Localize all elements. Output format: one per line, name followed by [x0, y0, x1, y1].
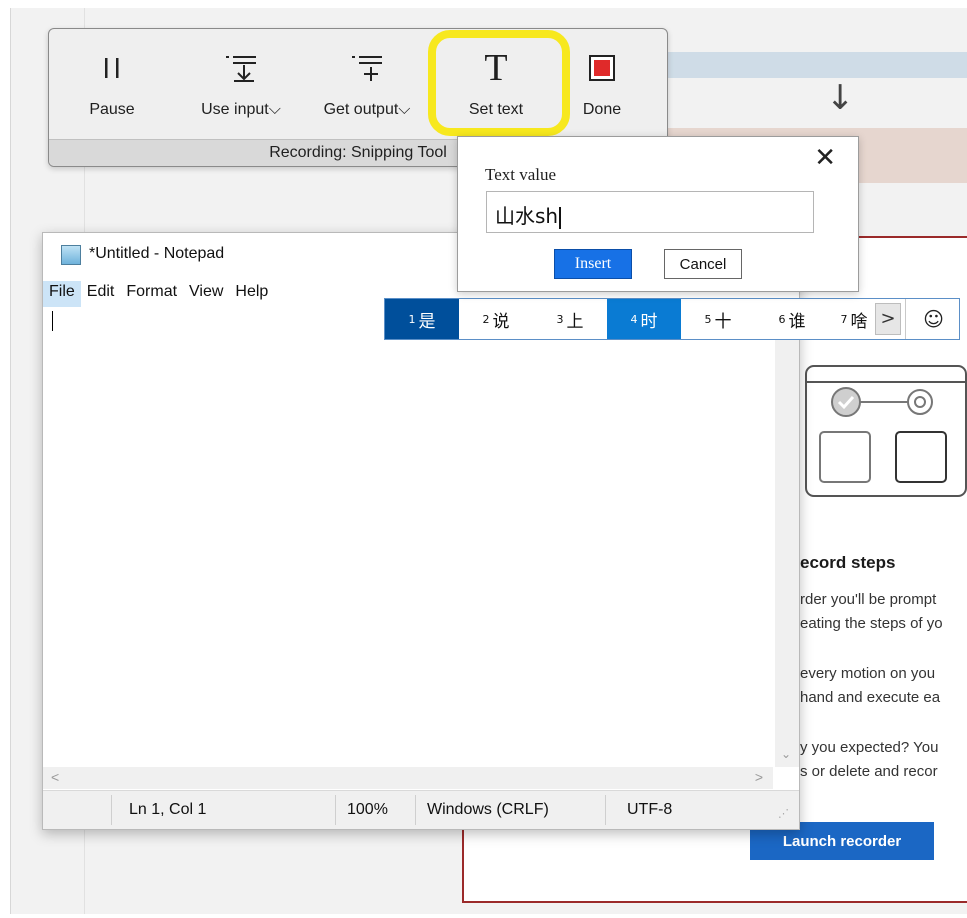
set-text-highlight	[428, 30, 570, 136]
chevron-down-icon: ⌵	[268, 101, 281, 118]
horizontal-scrollbar[interactable]: < >	[43, 767, 773, 789]
scroll-left-icon[interactable]: <	[51, 769, 59, 785]
panel-text-line: hand and execute ea	[800, 689, 941, 706]
notepad-icon	[61, 245, 81, 265]
text-editor-area[interactable]	[45, 307, 773, 767]
record-steps-heading: ecord steps	[800, 553, 896, 572]
ime-candidate[interactable]: 6谁	[755, 299, 829, 339]
get-output-icon	[307, 43, 427, 93]
status-divider	[111, 795, 112, 825]
status-divider	[335, 795, 336, 825]
ime-candidate[interactable]: 2说	[459, 299, 533, 339]
pause-button[interactable]: Pause	[71, 43, 153, 119]
input-caret	[559, 206, 562, 229]
status-divider	[605, 795, 606, 825]
use-input-button[interactable]: Use input⌵	[185, 43, 297, 119]
text-caret	[52, 311, 53, 331]
chevron-right-icon[interactable]: >	[875, 303, 901, 335]
cancel-button[interactable]: Cancel	[664, 249, 742, 279]
status-bar: Ln 1, Col 1 100% Windows (CRLF) UTF-8 ⋰	[43, 790, 799, 829]
insert-button[interactable]: Insert	[554, 249, 632, 279]
menu-format[interactable]: Format	[120, 281, 183, 307]
window-title: *Untitled - Notepad	[89, 245, 225, 262]
use-input-icon	[185, 43, 297, 93]
chevron-down-icon: ⌵	[398, 101, 411, 118]
recorder-illustration	[805, 365, 967, 497]
close-icon[interactable]: ✕	[814, 143, 836, 173]
scroll-down-icon[interactable]: ⌄	[781, 747, 791, 761]
get-output-button[interactable]: Get output⌵	[307, 43, 427, 119]
panel-text-line: eating the steps of yo	[800, 615, 943, 632]
text-value-label: Text value	[485, 165, 557, 184]
menu-edit[interactable]: Edit	[81, 281, 121, 307]
menu-file[interactable]: File	[43, 281, 81, 307]
ime-candidate[interactable]: 3上	[533, 299, 607, 339]
status-divider	[415, 795, 416, 825]
panel-text-line: y you expected? You	[800, 739, 939, 756]
panel-text-line: every motion on you	[800, 665, 936, 682]
stop-icon	[565, 43, 639, 93]
background-blue-bar	[620, 52, 967, 78]
get-output-label: Get output⌵	[323, 101, 411, 118]
text-value-dialog: Text value ✕ 山水sh Insert Cancel	[457, 136, 859, 292]
ime-candidate[interactable]: 1是	[385, 299, 459, 339]
text-value-input[interactable]: 山水sh	[486, 191, 814, 233]
pause-icon	[71, 43, 153, 93]
use-input-label: Use input⌵	[201, 101, 281, 118]
scroll-right-icon[interactable]: >	[755, 769, 763, 785]
menu-view[interactable]: View	[183, 281, 229, 307]
ime-candidate-bar: 1是 2说 3上 4时 5十 6谁 7啥 > ☺	[384, 298, 960, 340]
resize-grip-icon[interactable]: ⋰	[778, 807, 789, 820]
status-line-ending: Windows (CRLF)	[427, 801, 549, 818]
status-position: Ln 1, Col 1	[129, 801, 207, 818]
status-zoom: 100%	[347, 801, 388, 818]
vertical-scrollbar[interactable]: ⌄	[775, 307, 799, 767]
menu-help[interactable]: Help	[229, 281, 274, 307]
menu-bar: File Edit Format View Help	[43, 281, 274, 307]
down-arrow-icon: ↓	[826, 78, 855, 118]
ime-candidate[interactable]: 5十	[681, 299, 755, 339]
done-button[interactable]: Done	[565, 43, 639, 119]
ime-candidate[interactable]: 4时	[607, 299, 681, 339]
status-encoding: UTF-8	[627, 801, 673, 818]
panel-text-line: s or delete and recor	[800, 763, 938, 780]
ime-candidate[interactable]: 7啥	[829, 299, 879, 339]
panel-text-line: rder you'll be prompt	[800, 591, 937, 608]
emoji-icon[interactable]: ☺	[905, 299, 961, 339]
